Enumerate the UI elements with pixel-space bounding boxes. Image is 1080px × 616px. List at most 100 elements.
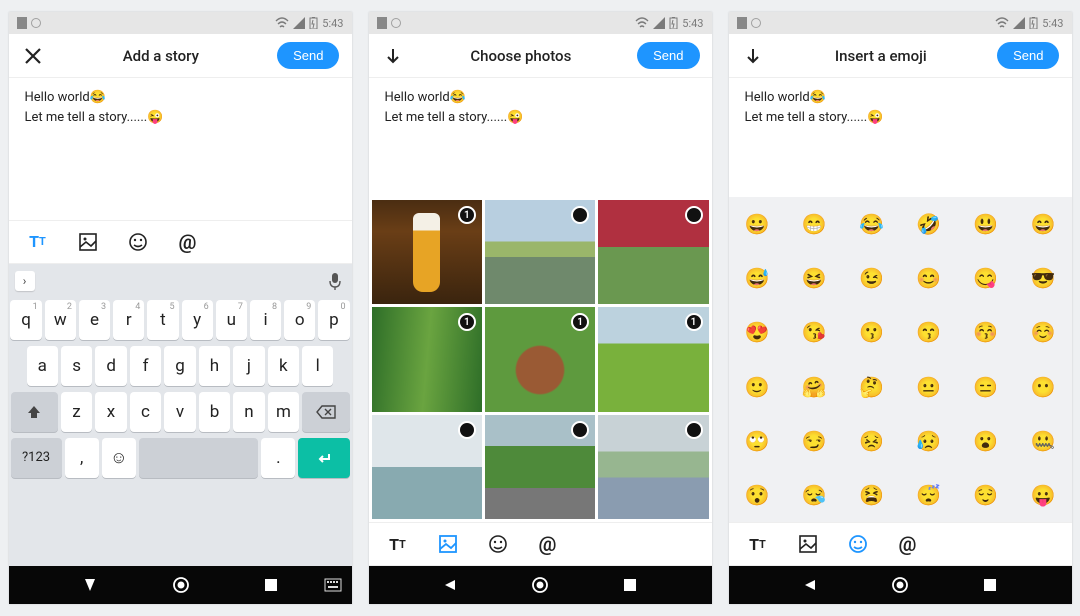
nav-back-button[interactable]	[82, 577, 98, 593]
photo-mode-button[interactable]	[797, 533, 819, 555]
emoji-cell[interactable]: 😴	[900, 468, 957, 522]
key-k[interactable]: k	[268, 346, 299, 386]
emoji-cell[interactable]: 😅	[729, 251, 786, 305]
emoji-cell[interactable]: 😍	[729, 305, 786, 359]
emoji-cell[interactable]: 😣	[843, 414, 900, 468]
key-b[interactable]: b	[199, 392, 231, 432]
key-i[interactable]: i8	[250, 300, 281, 340]
photo-thumb-road[interactable]	[485, 415, 595, 519]
mention-mode-button[interactable]: @	[537, 533, 559, 555]
emoji-cell[interactable]: 😃	[957, 197, 1014, 251]
key-period[interactable]: .	[261, 438, 295, 478]
emoji-cell[interactable]: 🙄	[729, 414, 786, 468]
photo-thumb-flowers[interactable]	[598, 200, 708, 304]
emoji-cell[interactable]: 😏	[786, 414, 843, 468]
emoji-cell[interactable]: 😊	[900, 251, 957, 305]
key-shift[interactable]	[11, 392, 58, 432]
key-comma[interactable]: ,	[65, 438, 99, 478]
mic-button[interactable]	[328, 272, 342, 294]
key-c[interactable]: c	[130, 392, 162, 432]
photo-thumb-river[interactable]	[372, 415, 482, 519]
key-l[interactable]: l	[302, 346, 333, 386]
emoji-cell[interactable]: 😮	[957, 414, 1014, 468]
send-button[interactable]: Send	[997, 42, 1059, 69]
mention-mode-button[interactable]: @	[897, 533, 919, 555]
key-f[interactable]: f	[130, 346, 161, 386]
key-p[interactable]: p0	[318, 300, 349, 340]
emoji-cell[interactable]: 🤣	[900, 197, 957, 251]
emoji-cell[interactable]: 😚	[957, 305, 1014, 359]
key-s[interactable]: s	[61, 346, 92, 386]
photo-thumb-rock[interactable]: 1	[485, 307, 595, 411]
nav-recent-button[interactable]	[983, 578, 997, 592]
emoji-mode-button[interactable]	[847, 533, 869, 555]
key-h[interactable]: h	[199, 346, 230, 386]
emoji-cell[interactable]: 😀	[729, 197, 786, 251]
key-w[interactable]: w2	[45, 300, 76, 340]
emoji-cell[interactable]: 😋	[957, 251, 1014, 305]
emoji-cell[interactable]: 🙂	[729, 360, 786, 414]
text-mode-button[interactable]: TT	[387, 533, 409, 555]
emoji-cell[interactable]: 😄	[1014, 197, 1071, 251]
emoji-cell[interactable]: 😶	[1014, 360, 1071, 414]
key-o[interactable]: o9	[284, 300, 315, 340]
emoji-cell[interactable]: ☺️	[1014, 305, 1071, 359]
story-editor[interactable]: Hello world😂 Let me tell a story......😜	[369, 78, 712, 137]
emoji-cell[interactable]: 😛	[1014, 468, 1071, 522]
send-button[interactable]: Send	[637, 42, 699, 69]
photo-thumb-field[interactable]: 1	[598, 307, 708, 411]
photo-thumb-bamboo[interactable]: 1	[372, 307, 482, 411]
photo-thumb-greenhouse[interactable]	[598, 415, 708, 519]
key-m[interactable]: m	[268, 392, 300, 432]
key-a[interactable]: a	[27, 346, 58, 386]
key-e[interactable]: e3	[79, 300, 110, 340]
emoji-cell[interactable]: 🤐	[1014, 414, 1071, 468]
emoji-cell[interactable]: 😆	[786, 251, 843, 305]
emoji-cell[interactable]: 🤔	[843, 360, 900, 414]
nav-keyboard-icon[interactable]	[324, 578, 342, 592]
send-button[interactable]: Send	[277, 42, 339, 69]
key-v[interactable]: v	[164, 392, 196, 432]
keyboard-collapse-button[interactable]: ›	[15, 271, 35, 291]
emoji-cell[interactable]: 😙	[900, 305, 957, 359]
key-z[interactable]: z	[61, 392, 93, 432]
emoji-cell[interactable]: 😯	[729, 468, 786, 522]
photo-thumb-lake[interactable]	[485, 200, 595, 304]
key-y[interactable]: y6	[182, 300, 213, 340]
nav-recent-button[interactable]	[264, 578, 278, 592]
key-j[interactable]: j	[233, 346, 264, 386]
key-u[interactable]: u7	[216, 300, 247, 340]
photo-mode-button[interactable]	[437, 533, 459, 555]
emoji-cell[interactable]: 😗	[843, 305, 900, 359]
text-mode-button[interactable]: TT	[27, 231, 49, 253]
emoji-cell[interactable]: 😌	[957, 468, 1014, 522]
photo-mode-button[interactable]	[77, 231, 99, 253]
key-emoji[interactable]: ☺	[102, 438, 136, 478]
nav-recent-button[interactable]	[623, 578, 637, 592]
key-d[interactable]: d	[95, 346, 126, 386]
story-editor[interactable]: Hello world😂 Let me tell a story......😜	[9, 78, 352, 137]
emoji-mode-button[interactable]	[127, 231, 149, 253]
emoji-cell[interactable]: 😘	[786, 305, 843, 359]
key-backspace[interactable]	[302, 392, 349, 432]
emoji-cell[interactable]: 😂	[843, 197, 900, 251]
close-button[interactable]	[21, 44, 45, 68]
mention-mode-button[interactable]: @	[177, 231, 199, 253]
story-editor[interactable]: Hello world😂 Let me tell a story......😜	[729, 78, 1072, 137]
key-t[interactable]: t5	[147, 300, 178, 340]
key-space[interactable]	[139, 438, 258, 478]
emoji-mode-button[interactable]	[487, 533, 509, 555]
emoji-cell[interactable]: 😁	[786, 197, 843, 251]
emoji-cell[interactable]: 😪	[786, 468, 843, 522]
emoji-cell[interactable]: 😫	[843, 468, 900, 522]
nav-home-button[interactable]	[891, 576, 909, 594]
key-x[interactable]: x	[95, 392, 127, 432]
nav-back-button[interactable]	[803, 578, 817, 592]
emoji-cell[interactable]: 🤗	[786, 360, 843, 414]
nav-back-button[interactable]	[443, 578, 457, 592]
key-r[interactable]: r4	[113, 300, 144, 340]
key-q[interactable]: q1	[10, 300, 41, 340]
key-enter[interactable]	[298, 438, 349, 478]
emoji-cell[interactable]: 😎	[1014, 251, 1071, 305]
emoji-cell[interactable]: 😉	[843, 251, 900, 305]
